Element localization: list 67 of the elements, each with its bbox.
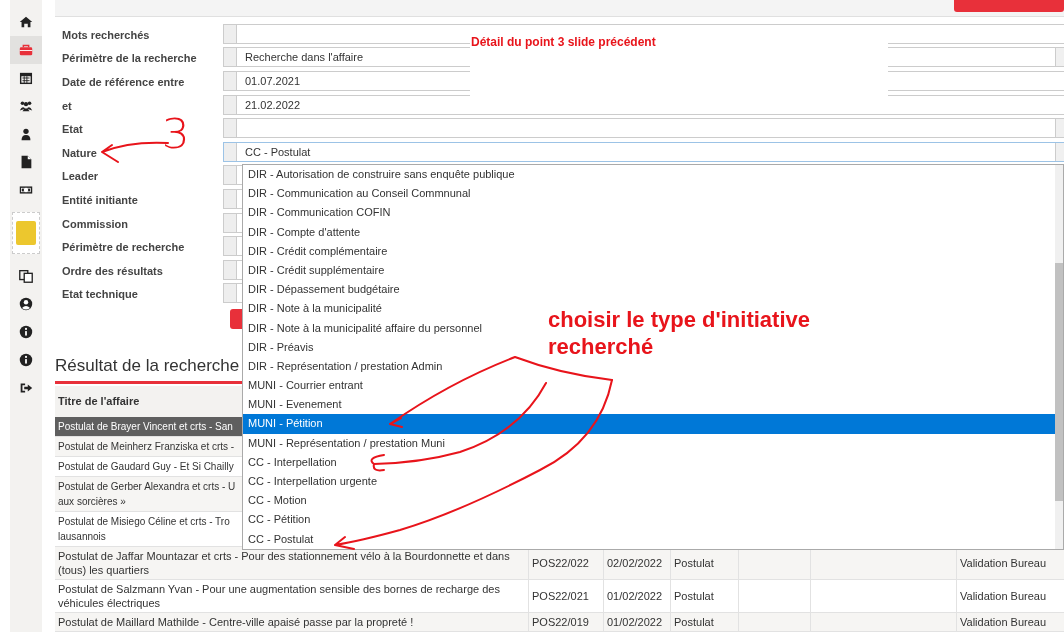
select-field[interactable]	[223, 118, 1064, 139]
dropdown-option[interactable]: CC - Pétition	[243, 510, 316, 530]
copy-icon	[18, 268, 34, 284]
select-field[interactable]: CC - Postulat	[223, 141, 1064, 162]
calendar-icon	[18, 70, 34, 86]
field-label: Leader	[62, 170, 99, 183]
annotation-text: choisir le type d'initiative recherché	[548, 306, 811, 360]
field-label: Périmètre de recherche	[62, 241, 185, 254]
annotation-number: 3	[161, 113, 190, 155]
dropdown-option[interactable]: DIR - Communication au Conseil Commnunal	[243, 184, 476, 204]
dropdown-option[interactable]: MUNI - Pétition	[243, 414, 1055, 434]
dropdown-option[interactable]: MUNI - Evenement	[243, 395, 347, 415]
user-circle-icon	[18, 296, 34, 312]
table-cell-text: Postulat de Gerber Alexandra et crts - U aux sorcières »	[57, 480, 237, 509]
dropdown-option[interactable]: CC - Interpellation	[243, 452, 342, 472]
table-cell: POS22/019	[528, 613, 603, 631]
dropdown-option[interactable]: DIR - Compte d'attente	[243, 222, 366, 242]
dropdown-option[interactable]: DIR - Communication COFIN	[243, 203, 396, 223]
field-label: Entité initiante	[62, 194, 138, 206]
table-cell: Postulat	[670, 580, 738, 612]
field-label: et	[62, 99, 72, 112]
dropdown-option[interactable]: DIR - Note à la municipalité	[243, 299, 387, 319]
dropdown-option[interactable]: DIR - Crédit supplémentaire	[243, 260, 390, 281]
table-cell: POS22/021	[528, 580, 603, 612]
table-cell-text: Postulat de Jaffar Mountazar et crts - Pour des stationnement vélo à la Bourdonnette et dans (tous) les quartiers	[57, 549, 511, 578]
column-header: Titre de l'affaire	[57, 395, 140, 408]
table-cell-text: Postulat de Salzmann Yvan - Pour une augmentation sensible des bornes de recharge des véhicules électriques	[57, 582, 501, 611]
field-label: Périmètre de la recherche	[62, 52, 197, 65]
table-cell-text: Postulat de Gaudard Guy - Et Si Chailly	[57, 460, 235, 474]
table-row[interactable]: Postulat de Salzmann Yvan - Pour une augmentation sensible des bornes de recharge des véhicules électriques POS22/021 01/02/2022 Postulat Validation Bureau	[55, 580, 1064, 613]
dropdown-option[interactable]: DIR - Note à la municipalité affaire du personnel	[243, 318, 487, 338]
table-cell: 01/02/2022	[603, 613, 670, 631]
info-icon	[18, 324, 34, 340]
field-label: Nature	[62, 146, 97, 159]
table-cell: Validation Bureau	[956, 580, 1064, 612]
dropdown-option[interactable]: CC - Interpellation urgente	[243, 472, 382, 492]
annotation-text: Détail du point 3 slide précédent	[470, 34, 656, 49]
scrollbar[interactable]	[1055, 165, 1063, 549]
input-field[interactable]: 21.02.2022	[223, 94, 1064, 115]
dropdown-option[interactable]: CC - Postulat	[243, 529, 319, 549]
field-label: Ordre des résultats	[62, 264, 163, 277]
dropdown-option[interactable]: MUNI - Courrier entrant	[243, 376, 368, 396]
dropdown-option[interactable]: DIR - Préavis	[243, 337, 319, 357]
dropdown-option[interactable]: DIR - Dépassement budgétaire	[243, 280, 405, 300]
dropdown-option[interactable]: DIR - Crédit complémentaire	[243, 241, 393, 261]
table-row[interactable]: Postulat de Jaffar Mountazar et crts - Pour des stationnement vélo à la Bourdonnette et dans (tous) les quartiers POS22/022 02/02/2022 Postulat Validation Bureau	[55, 547, 1064, 580]
table-cell-text: Postulat de Brayer Vincent et crts - San	[57, 420, 234, 434]
table-cell-text: Postulat de Maillard Mathilde - Centre-ville apaisé passe par la propreté !	[57, 615, 415, 630]
field-label: Commission	[62, 217, 128, 230]
field-label: Mots recherchés	[62, 28, 150, 41]
table-row[interactable]: Postulat de Maillard Mathilde - Centre-ville apaisé passe par la propreté ! POS22/019 01/02/2022 Postulat Validation Bureau	[55, 613, 1064, 632]
table-cell: Validation Bureau	[956, 613, 1064, 631]
home-icon	[18, 14, 34, 30]
field-label: Etat	[62, 123, 83, 136]
table-cell-text: Postulat de Meinherz Franziska et crts -	[57, 440, 236, 454]
section-title: Résultat de la recherche	[55, 355, 240, 378]
dropdown-option[interactable]: DIR - Représentation / prestation Admin	[243, 356, 448, 377]
briefcase-icon	[18, 42, 34, 58]
field-label: Date de référence entre	[62, 76, 185, 88]
table-cell-text: Postulat de Misiego Céline et crts - Tro lausannois	[57, 515, 231, 544]
dropdown-option[interactable]: DIR - Autorisation de construire sans enquête publique	[243, 165, 520, 185]
table-cell: 01/02/2022	[603, 580, 670, 612]
dropdown-option[interactable]: CC - Motion	[243, 491, 312, 511]
field-label: Etat technique	[62, 288, 138, 301]
info-icon	[18, 352, 34, 368]
table-cell: Postulat	[670, 613, 738, 631]
dropdown-option[interactable]: MUNI - Représentation / prestation Muni	[243, 433, 450, 453]
